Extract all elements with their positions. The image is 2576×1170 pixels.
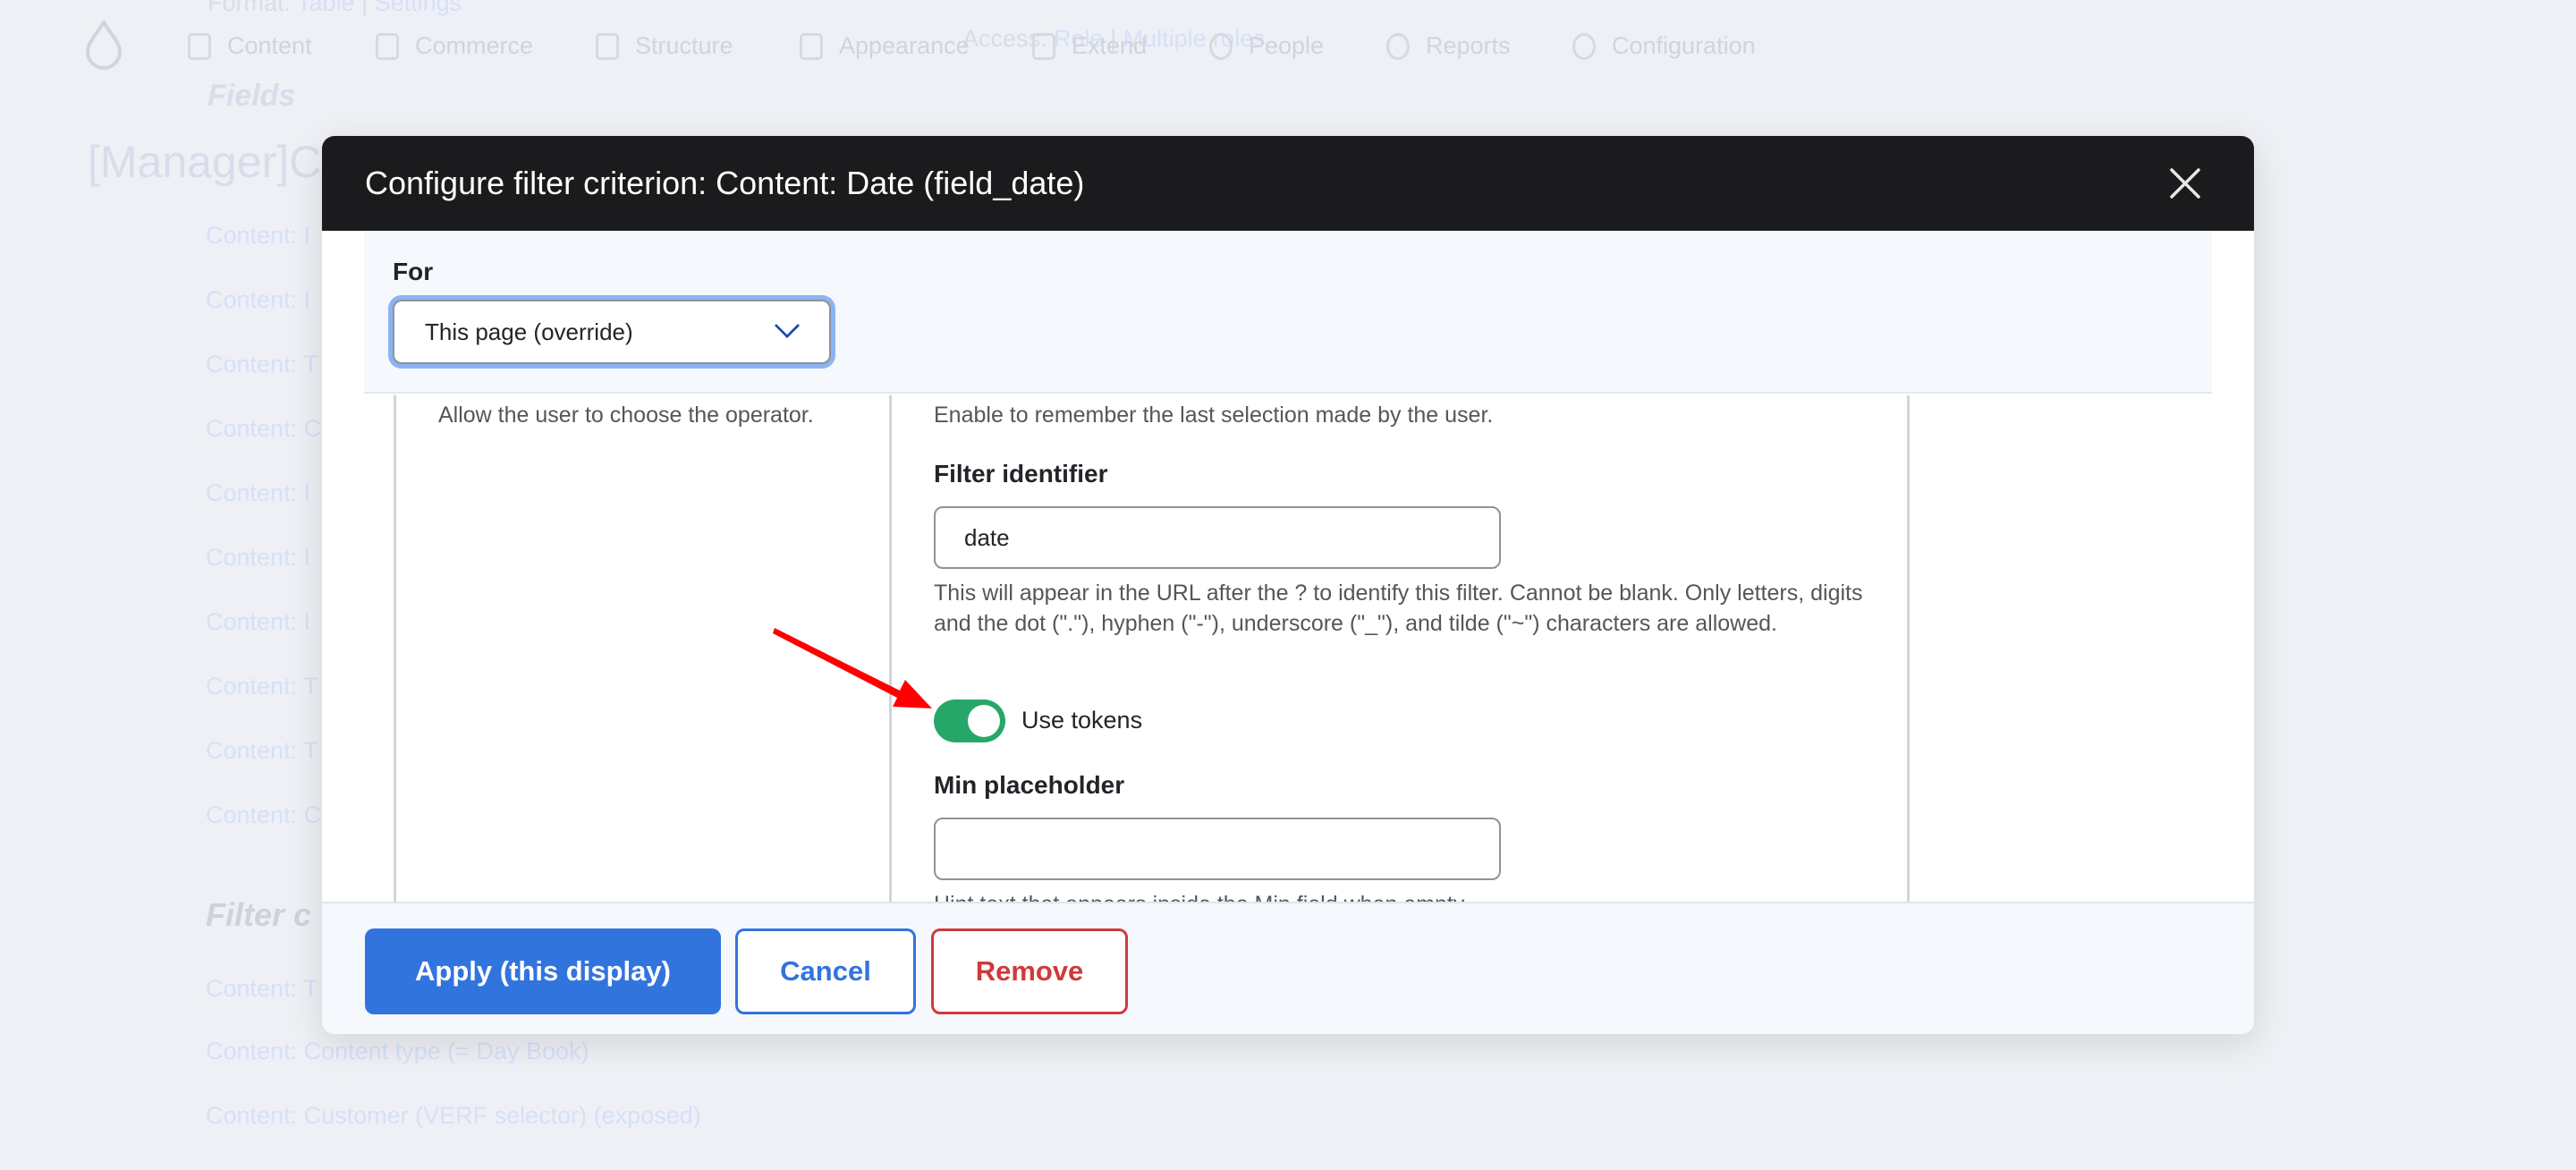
annotation-arrow-icon [773,628,932,708]
